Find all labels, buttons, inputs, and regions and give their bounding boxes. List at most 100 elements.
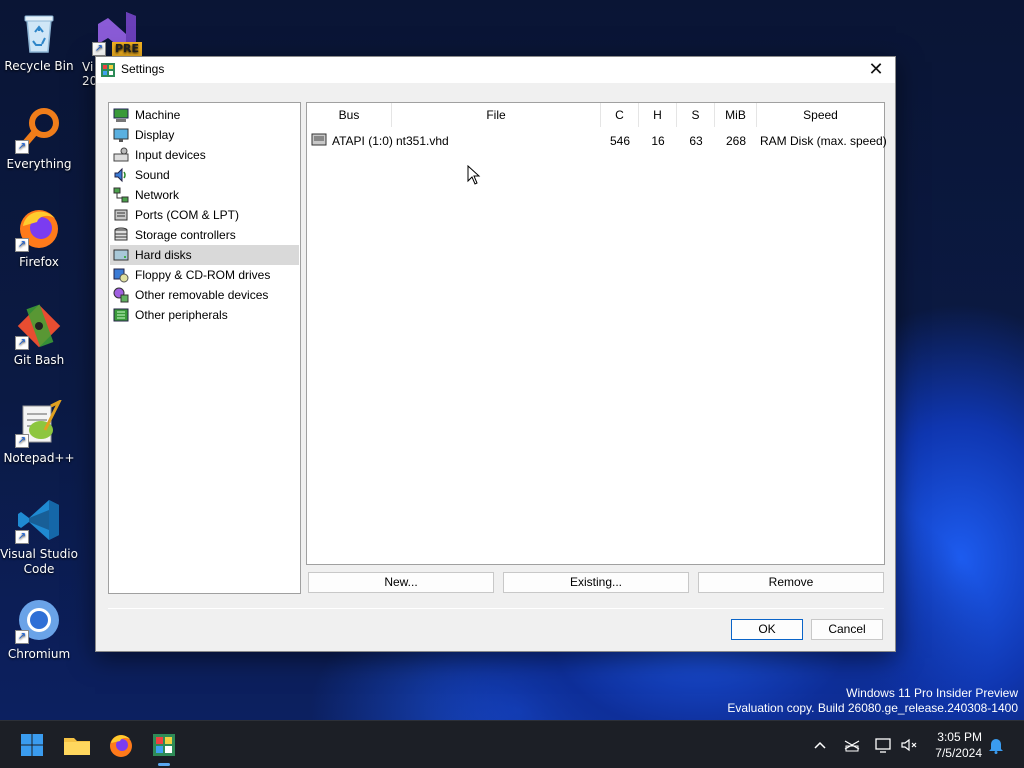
shortcut-arrow-icon: ↗: [15, 630, 29, 644]
desktop-icon-label: Git Bash: [13, 353, 65, 367]
file-explorer-icon: [64, 738, 90, 755]
column-header-s[interactable]: S: [677, 103, 715, 127]
category-floppy-cdrom[interactable]: Floppy & CD-ROM drives: [110, 265, 299, 285]
cell-c: 546: [609, 134, 631, 148]
desktop-icon-chromium[interactable]: ↗ Chromium: [0, 596, 78, 662]
desktop-icon-visual-studio-code[interactable]: ↗ Visual Studio Code: [0, 496, 78, 577]
watermark-build: Evaluation copy. Build 26080.ge_release.…: [727, 701, 1018, 715]
disk-drive-icon: [311, 133, 327, 153]
desktop-icon-label: Firefox: [19, 255, 59, 269]
table-row[interactable]: ATAPI (1:0) nt351.vhd 546 16 63 268 RAM …: [307, 131, 887, 153]
category-label: Display: [135, 128, 175, 142]
cell-speed: RAM Disk (max. speed): [760, 134, 887, 148]
cell-file: nt351.vhd: [396, 134, 449, 148]
display-icon: [113, 127, 129, 143]
dialog-separator: [108, 608, 884, 609]
shortcut-arrow-icon: ↗: [15, 140, 29, 154]
show-hidden-icons-chevron-up-icon[interactable]: [810, 735, 830, 755]
desktop-icon-label: Chromium: [7, 647, 71, 661]
cell-s: 63: [689, 134, 703, 148]
category-display[interactable]: Display: [110, 125, 299, 145]
taskbar-settings-app[interactable]: [148, 729, 180, 766]
git-bash-icon: ↗: [15, 302, 63, 350]
input-devices-icon: [113, 147, 129, 163]
network-disconnected-icon[interactable]: [842, 735, 862, 755]
category-label: Other removable devices: [135, 288, 269, 302]
category-label: Network: [135, 188, 180, 202]
category-sound[interactable]: Sound: [110, 165, 299, 185]
mouse-cursor-icon: [467, 164, 481, 185]
column-header-mib[interactable]: MiB: [715, 103, 757, 127]
taskbar-clock[interactable]: 3:05 PM 7/5/2024: [935, 729, 982, 761]
display-tray-icon[interactable]: [873, 735, 893, 755]
column-header-speed[interactable]: Speed: [757, 103, 884, 127]
emulator-app-icon: [153, 734, 175, 756]
desktop-icon-notepad-plus-plus[interactable]: ↗ Notepad++: [0, 398, 78, 466]
taskbar: 3:05 PM 7/5/2024: [0, 720, 1024, 768]
start-button[interactable]: [16, 729, 48, 761]
taskbar-firefox[interactable]: [105, 729, 137, 761]
existing-disk-button[interactable]: Existing...: [503, 572, 689, 593]
category-label: Hard disks: [135, 248, 192, 262]
category-machine[interactable]: Machine: [110, 105, 299, 125]
sound-icon: [113, 167, 129, 183]
category-input-devices[interactable]: Input devices: [110, 145, 299, 165]
category-label: Storage controllers: [135, 228, 236, 242]
desktop-icon-git-bash[interactable]: ↗ Git Bash: [0, 302, 78, 368]
category-ports[interactable]: Ports (COM & LPT): [110, 205, 299, 225]
category-other-peripherals[interactable]: Other peripherals: [110, 305, 299, 325]
new-disk-button[interactable]: New...: [308, 572, 494, 593]
category-removable-devices[interactable]: Other removable devices: [110, 285, 299, 305]
desktop-icon-label: Recycle Bin: [4, 59, 74, 73]
shortcut-arrow-icon: ↗: [15, 238, 29, 252]
removable-devices-icon: [113, 287, 129, 303]
cell-mib: 268: [725, 134, 747, 148]
column-header-file[interactable]: File: [392, 103, 601, 127]
remove-disk-button[interactable]: Remove: [698, 572, 884, 593]
taskbar-file-explorer[interactable]: [61, 729, 93, 761]
visual-studio-preview-icon: PRE ↗: [92, 8, 142, 56]
desktop-icon-recycle-bin[interactable]: Recycle Bin: [0, 8, 78, 74]
hard-disks-table[interactable]: Bus File C H S MiB Speed ATAPI (1:0) nt3…: [306, 102, 887, 565]
visual-studio-code-icon: ↗: [15, 496, 63, 544]
clock-time: 3:05 PM: [937, 730, 982, 744]
windows-watermark: Windows 11 Pro Insider Preview Evaluatio…: [727, 686, 1018, 716]
cancel-button[interactable]: Cancel: [811, 619, 883, 640]
desktop-icon-label: Everything: [6, 157, 72, 171]
storage-controllers-icon: [113, 227, 129, 243]
shortcut-arrow-icon: ↗: [15, 530, 29, 544]
peripherals-icon: [113, 307, 129, 323]
volume-muted-icon[interactable]: [899, 735, 919, 755]
ports-icon: [113, 207, 129, 223]
cell-h: 16: [651, 134, 665, 148]
column-header-bus[interactable]: Bus: [307, 103, 392, 127]
column-header-c[interactable]: C: [601, 103, 639, 127]
category-network[interactable]: Network: [110, 185, 299, 205]
watermark-edition: Windows 11 Pro Insider Preview: [846, 686, 1018, 700]
dialog-titlebar[interactable]: Settings ✕: [96, 57, 895, 83]
close-button[interactable]: ✕: [861, 58, 891, 82]
machine-icon: [113, 107, 129, 123]
desktop-icon-visual-studio-preview[interactable]: PRE ↗ Vi 20: [78, 8, 142, 88]
notifications-bell-icon[interactable]: [986, 735, 1006, 755]
desktop-icon-label: Notepad++: [3, 451, 75, 465]
recycle-bin-icon: [15, 8, 63, 56]
category-label: Other peripherals: [135, 308, 228, 322]
close-icon: ✕: [868, 59, 884, 79]
network-icon: [113, 187, 129, 203]
table-header: Bus File C H S MiB Speed: [307, 103, 884, 127]
clock-date: 7/5/2024: [935, 746, 982, 760]
desktop-icon-firefox[interactable]: ↗ Firefox: [0, 204, 78, 270]
category-hard-disks[interactable]: Hard disks: [110, 245, 299, 265]
ok-button[interactable]: OK: [731, 619, 803, 640]
windows-logo-icon: [21, 734, 43, 756]
category-storage-controllers[interactable]: Storage controllers: [110, 225, 299, 245]
desktop-icon-everything[interactable]: ↗ Everything: [0, 106, 78, 172]
category-label: Floppy & CD-ROM drives: [135, 268, 271, 282]
desktop-icon-label: Vi 20: [82, 60, 96, 88]
everything-search-icon: ↗: [15, 106, 63, 154]
column-header-h[interactable]: H: [639, 103, 677, 127]
floppy-cdrom-icon: [113, 267, 129, 283]
shortcut-arrow-icon: ↗: [15, 336, 29, 350]
settings-category-list[interactable]: Machine Display Input devices Sound Netw…: [108, 102, 301, 594]
